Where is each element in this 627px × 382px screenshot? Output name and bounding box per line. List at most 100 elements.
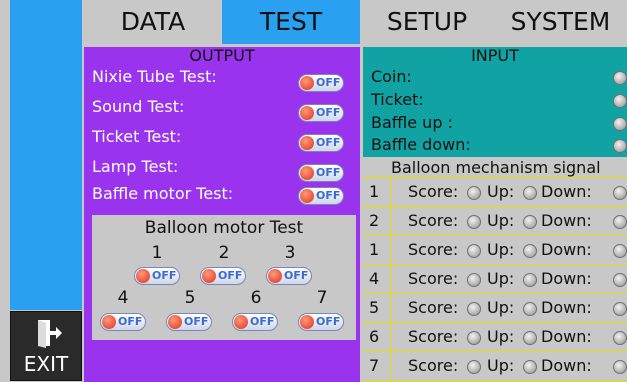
motor-5-toggle[interactable]: OFF [166, 313, 212, 331]
score-indicator-icon [467, 273, 481, 287]
row-divider [391, 236, 392, 265]
down-indicator-icon [613, 331, 627, 345]
motor-6-toggle[interactable]: OFF [232, 313, 278, 331]
row-divider [391, 178, 392, 207]
exit-label: EXIT [23, 352, 69, 376]
toggle-state: OFF [218, 269, 243, 282]
down-label: Down: [541, 298, 592, 317]
score-label: Score: [408, 269, 459, 288]
row-divider [391, 294, 392, 323]
toggle-knob [102, 315, 116, 329]
baffle-up-indicator-icon [613, 117, 627, 131]
left-sidebar [10, 0, 82, 310]
toggle-state: OFF [250, 315, 275, 328]
toggle-knob [300, 315, 314, 329]
signal-row-number: 6 [369, 327, 380, 346]
ticket-toggle[interactable]: OFF [298, 134, 344, 152]
up-indicator-icon [523, 331, 537, 345]
motor-4-toggle[interactable]: OFF [100, 313, 146, 331]
down-label: Down: [541, 240, 592, 259]
motor-1-toggle[interactable]: OFF [134, 267, 180, 285]
score-label: Score: [408, 240, 459, 259]
exit-button[interactable]: EXIT [10, 311, 82, 381]
baffle-down-indicator-icon [613, 139, 627, 153]
tab-setup[interactable]: SETUP [360, 0, 494, 44]
score-indicator-icon [467, 215, 481, 229]
score-label: Score: [408, 211, 459, 230]
score-indicator-icon [467, 360, 481, 374]
toggle-state: OFF [118, 315, 143, 328]
score-label: Score: [408, 182, 459, 201]
motor-number: 4 [117, 288, 129, 308]
down-indicator-icon [613, 302, 627, 316]
input-label-baffle-down: Baffle down: [371, 135, 471, 154]
toggle-knob [300, 189, 314, 203]
down-label: Down: [541, 269, 592, 288]
toggle-knob [136, 269, 150, 283]
tab-test-label: TEST [259, 7, 323, 36]
toggle-knob [300, 106, 314, 120]
lamp-toggle[interactable]: OFF [298, 164, 344, 182]
score-label: Score: [408, 327, 459, 346]
score-indicator-icon [467, 186, 481, 200]
baffle-motor-toggle[interactable]: OFF [298, 187, 344, 205]
motor-number: 2 [218, 243, 230, 263]
tab-system-label: SYSTEM [510, 7, 611, 36]
tab-setup-label: SETUP [386, 7, 468, 36]
down-indicator-icon [613, 215, 627, 229]
tab-system[interactable]: SYSTEM [494, 0, 627, 44]
motor-2-toggle[interactable]: OFF [200, 267, 246, 285]
signal-row: 6 Score: Up: Down: [363, 322, 627, 352]
toggle-state: OFF [316, 106, 341, 119]
signal-row: 1 Score: Up: Down: [363, 177, 627, 207]
toggle-state: OFF [152, 269, 177, 282]
tab-data[interactable]: DATA [84, 0, 222, 44]
down-indicator-icon [613, 360, 627, 374]
row-divider [391, 265, 392, 294]
input-label-baffle-up: Baffle up : [371, 113, 453, 132]
down-label: Down: [541, 211, 592, 230]
output-label: Lamp Test: [92, 157, 179, 176]
up-label: Up: [487, 240, 515, 259]
motor-number: 5 [184, 288, 196, 308]
output-label: Nixie Tube Test: [92, 67, 217, 86]
signal-row-number: 2 [369, 211, 380, 230]
toggle-state: OFF [316, 136, 341, 149]
down-indicator-icon [613, 186, 627, 200]
toggle-knob [168, 315, 182, 329]
output-label: Sound Test: [92, 97, 185, 116]
toggle-knob [202, 269, 216, 283]
motor-3-toggle[interactable]: OFF [266, 267, 312, 285]
motor-number: 1 [151, 243, 163, 263]
signal-row: 7 Score: Up: Down: [363, 351, 627, 381]
signal-row-number: 1 [369, 182, 380, 201]
signal-row-number: 1 [369, 240, 380, 259]
toggle-state: OFF [316, 315, 341, 328]
output-row-lamp: Lamp Test: OFF [92, 157, 352, 185]
tab-test[interactable]: TEST [222, 0, 360, 44]
score-label: Score: [408, 356, 459, 375]
toggle-knob [300, 136, 314, 150]
output-row-ticket: Ticket Test: OFF [92, 127, 352, 155]
up-label: Up: [487, 182, 515, 201]
up-indicator-icon [523, 244, 537, 258]
output-row-nixie: Nixie Tube Test: OFF [92, 67, 352, 95]
up-indicator-icon [523, 302, 537, 316]
up-indicator-icon [523, 360, 537, 374]
toggle-state: OFF [284, 269, 309, 282]
up-label: Up: [487, 211, 515, 230]
toggle-knob [234, 315, 248, 329]
toggle-state: OFF [316, 166, 341, 179]
input-title: INPUT [471, 46, 519, 65]
coin-indicator-icon [613, 71, 627, 85]
toggle-knob [268, 269, 282, 283]
tab-bar: DATA TEST SETUP SYSTEM [84, 0, 627, 44]
ticket-indicator-icon [613, 94, 627, 108]
nixie-tube-toggle[interactable]: OFF [298, 74, 344, 92]
motor-7-toggle[interactable]: OFF [298, 313, 344, 331]
row-divider [391, 207, 392, 236]
output-row-sound: Sound Test: OFF [92, 97, 352, 125]
sound-toggle[interactable]: OFF [298, 104, 344, 122]
down-label: Down: [541, 182, 592, 201]
motor-number: 7 [316, 288, 328, 308]
